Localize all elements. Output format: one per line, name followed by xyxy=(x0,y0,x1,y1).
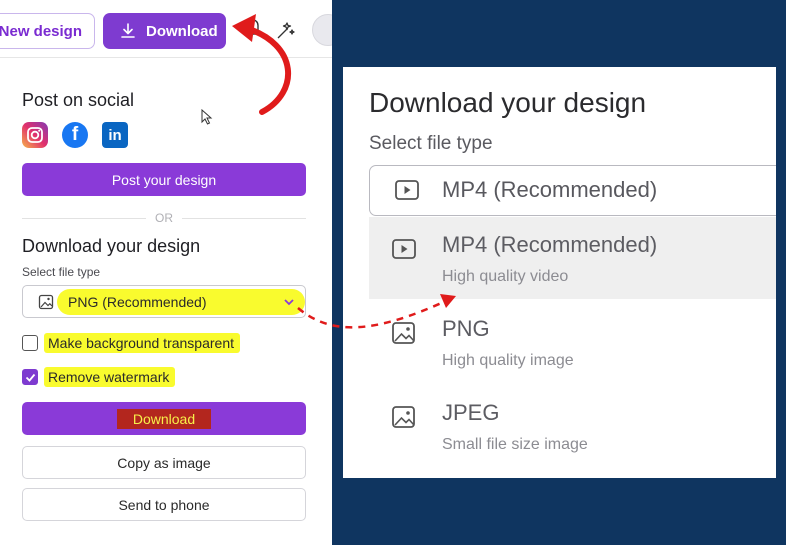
download-button-label: Download xyxy=(116,408,212,429)
file-type-select[interactable]: PNG (Recommended) xyxy=(22,285,306,318)
chevron-down-icon xyxy=(284,299,294,306)
new-design-button[interactable]: New design xyxy=(0,13,95,49)
download-top-button[interactable]: Download xyxy=(103,13,226,49)
copy-as-image-label: Copy as image xyxy=(117,454,211,471)
image-icon xyxy=(38,294,54,310)
send-to-phone-label: Send to phone xyxy=(118,496,210,513)
transparent-background-label-wrap: Make background transparent xyxy=(44,333,240,353)
or-text: OR xyxy=(155,211,173,225)
transparent-background-label: Make background transparent xyxy=(48,335,234,351)
download-button[interactable]: Download xyxy=(22,402,306,435)
mouse-cursor-icon xyxy=(201,109,213,125)
instagram-icon[interactable] xyxy=(22,122,48,148)
option-jpeg-name: JPEG xyxy=(442,400,500,425)
zoomed-download-panel: Download your design Select file type MP… xyxy=(343,67,776,478)
social-icons-row: f in xyxy=(22,122,128,148)
linkedin-icon[interactable]: in xyxy=(102,122,128,148)
video-play-icon xyxy=(392,239,416,259)
zoomed-selected-value: MP4 (Recommended) xyxy=(442,177,658,202)
image-icon xyxy=(392,322,415,344)
option-png-name: PNG xyxy=(442,316,490,341)
video-play-icon xyxy=(395,180,419,200)
option-mp4-desc: High quality video xyxy=(442,268,569,285)
new-design-label: New design xyxy=(0,22,82,40)
zoomed-file-type-label: Select file type xyxy=(369,133,493,154)
avatar[interactable] xyxy=(312,14,332,46)
remove-watermark-label: Remove watermark xyxy=(48,369,170,385)
facebook-icon[interactable]: f xyxy=(62,122,88,148)
checkmark-icon xyxy=(25,373,35,382)
select-file-type-label: Select file type xyxy=(22,265,101,279)
download-top-label: Download xyxy=(146,22,218,40)
or-divider: OR xyxy=(22,210,306,226)
top-bar: New design Download xyxy=(0,0,332,58)
send-to-phone-button[interactable]: Send to phone xyxy=(22,488,306,521)
file-type-value: PNG (Recommended) xyxy=(68,294,207,310)
option-mp4[interactable]: MP4 (Recommended) High quality video xyxy=(369,217,776,299)
option-png[interactable]: PNG High quality image xyxy=(369,301,776,383)
transparent-background-row[interactable]: Make background transparent xyxy=(22,333,240,353)
post-your-design-label: Post your design xyxy=(111,171,217,188)
option-jpeg-desc: Small file size image xyxy=(442,436,588,453)
option-jpeg[interactable]: JPEG Small file size image xyxy=(369,385,776,467)
magic-sparkle-icon[interactable] xyxy=(274,20,296,42)
transparent-background-checkbox[interactable] xyxy=(22,335,38,351)
download-your-design-title: Download your design xyxy=(22,236,201,256)
remove-watermark-row[interactable]: Remove watermark xyxy=(22,367,176,387)
option-png-desc: High quality image xyxy=(442,352,574,369)
zoomed-download-title: Download your design xyxy=(369,87,647,118)
remove-watermark-checkbox[interactable] xyxy=(22,369,38,385)
copy-as-image-button[interactable]: Copy as image xyxy=(22,446,306,479)
post-on-social-title: Post on social xyxy=(22,90,135,110)
remove-watermark-label-wrap: Remove watermark xyxy=(44,367,176,387)
download-panel: New design Download Post on social f in … xyxy=(0,0,332,545)
file-type-dropdown: MP4 (Recommended) High quality video PNG… xyxy=(369,217,776,478)
post-your-design-button[interactable]: Post your design xyxy=(22,163,306,196)
image-icon xyxy=(392,406,415,428)
zoomed-file-type-select[interactable]: MP4 (Recommended) xyxy=(369,165,776,216)
option-mp4-name: MP4 (Recommended) xyxy=(442,232,658,257)
share-icon[interactable] xyxy=(244,18,262,40)
download-icon xyxy=(121,23,135,38)
